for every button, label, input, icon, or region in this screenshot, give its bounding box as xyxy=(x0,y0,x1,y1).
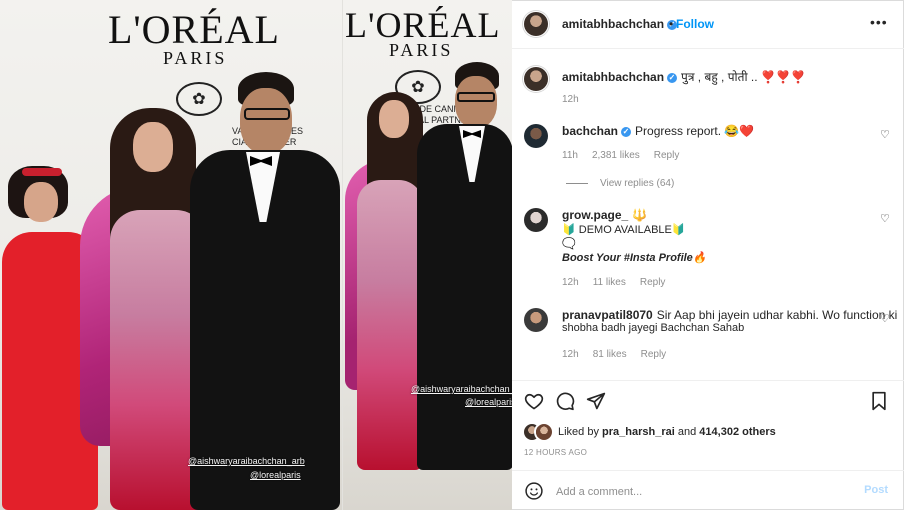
share-icon[interactable] xyxy=(586,391,606,411)
comment-row: grow.page_ 🔱 xyxy=(562,208,647,222)
likes-summary[interactable]: Liked by pra_harsh_rai and 414,302 other… xyxy=(558,426,776,438)
caption-row: amitabhbachchan ✓ पुत्र , बहु , पोती .. ❣️… xyxy=(562,68,806,85)
man-tuxedo-2 xyxy=(417,124,512,470)
verified-icon: ✓ xyxy=(621,126,632,137)
man-glasses xyxy=(244,108,290,120)
tag-loreal-2[interactable]: @lorealparis xyxy=(465,397,512,407)
cannes-palm-logo: ✿ xyxy=(176,82,222,116)
comment-composer: Post xyxy=(512,470,904,511)
tag-aishwarya-2[interactable]: @aishwaryaraibachchan_arb xyxy=(411,384,512,394)
comment-text: 🔱 xyxy=(632,208,648,222)
comment-likes[interactable]: 11 likes xyxy=(593,277,626,288)
girl-face xyxy=(24,182,58,222)
woman-face-2 xyxy=(379,100,409,138)
view-replies-button[interactable]: View replies (64) xyxy=(566,178,674,189)
comment-text: Progress report. 😂❤️ xyxy=(635,124,755,138)
comment-time[interactable]: 12h xyxy=(562,349,579,360)
reply-button[interactable]: Reply xyxy=(641,349,667,360)
comment-like-heart-icon[interactable]: ♡ xyxy=(880,214,890,225)
liker-username[interactable]: pra_harsh_rai xyxy=(602,426,675,438)
comment-likes[interactable]: 81 likes xyxy=(593,349,627,360)
comment-avatar[interactable] xyxy=(524,208,548,232)
post-comment-button[interactable]: Post xyxy=(864,484,888,496)
comment-line: Boost Your #Insta Profile🔥 xyxy=(562,252,707,264)
comment-line: 🗨️ xyxy=(562,238,576,250)
comment-like-heart-icon[interactable]: ♡ xyxy=(880,314,890,325)
more-icon[interactable]: ••• xyxy=(870,14,888,30)
caption-text: पुत्र , बहु , पोती .. ❣️❣️❣️ xyxy=(681,70,806,84)
comment-avatar[interactable] xyxy=(524,124,548,148)
comment-icon[interactable] xyxy=(555,391,575,411)
media-panel-right: L'ORÉAL PARIS ✿ VAL DE CANNES FICIAL PAR… xyxy=(342,0,512,510)
verified-icon: ✓ xyxy=(667,72,678,83)
loreal-paris-text: PARIS xyxy=(163,48,228,68)
comment-row: bachchan ✓ Progress report. 😂❤️ xyxy=(562,124,754,138)
action-bar xyxy=(512,380,904,421)
comment-time[interactable]: 11h xyxy=(562,150,578,161)
author-avatar[interactable] xyxy=(524,12,548,36)
post-header: amitabhbachchan ✓ • Follow ••• xyxy=(512,0,904,49)
comment-username[interactable]: grow.page_ xyxy=(562,208,628,222)
comment-avatar[interactable] xyxy=(524,308,548,332)
heart-icon[interactable] xyxy=(524,391,544,411)
post-media[interactable]: L'ORÉAL PARIS ✿ VAL DE CANNES CIAL PARTN… xyxy=(0,0,512,510)
loreal-logo: L'ORÉAL xyxy=(108,7,280,52)
likes-prefix: Liked by xyxy=(558,426,599,438)
sequin-gown-2 xyxy=(357,180,423,470)
comment-username[interactable]: pranavpatil8070 xyxy=(562,308,653,322)
reply-button[interactable]: Reply xyxy=(640,277,666,288)
man-face xyxy=(240,88,292,154)
author-name[interactable]: amitabhbachchan xyxy=(562,17,664,31)
woman-face xyxy=(133,122,173,172)
reply-button[interactable]: Reply xyxy=(654,150,680,161)
loreal-paris-text-2: PARIS xyxy=(389,40,454,60)
comment-line: 🔰 DEMO AVAILABLE🔰 xyxy=(562,224,686,236)
likes-and: and xyxy=(677,426,697,438)
comment-meta: 12h 81 likes Reply xyxy=(562,349,680,360)
likes-count[interactable]: 414,302 others xyxy=(699,426,775,438)
follow-button[interactable]: Follow xyxy=(676,17,714,31)
tag-aishwarya[interactable]: @aishwaryaraibachchan_arb xyxy=(188,456,305,466)
emoji-icon[interactable] xyxy=(524,481,544,501)
comment-like-heart-icon[interactable]: ♡ xyxy=(880,130,890,141)
girl-headband xyxy=(22,168,62,176)
post-sidebar: amitabhbachchan ✓ • Follow ••• amitabhbac… xyxy=(512,0,904,510)
liker-avatar[interactable] xyxy=(536,424,552,440)
caption-time[interactable]: 12h xyxy=(562,94,579,105)
dot-separator: • xyxy=(669,17,674,31)
comment-text: Sir Aap bhi jayein udhar kabhi. Wo funct… xyxy=(656,308,898,322)
comment-meta: 12h 11 likes Reply xyxy=(562,277,679,288)
comment-line: shobha badh jayegi Bachchan Sahab xyxy=(562,322,745,334)
author-username[interactable]: amitabhbachchan ✓ xyxy=(562,17,678,31)
comment-input[interactable] xyxy=(554,483,848,501)
man-face-2 xyxy=(455,76,497,128)
man-glasses-2 xyxy=(457,92,495,102)
comment-time[interactable]: 12h xyxy=(562,277,579,288)
bookmark-icon[interactable] xyxy=(870,391,888,411)
media-panel-left: L'ORÉAL PARIS ✿ VAL DE CANNES CIAL PARTN… xyxy=(0,0,342,510)
caption-username[interactable]: amitabhbachchan xyxy=(562,70,664,84)
comment-username[interactable]: bachchan xyxy=(562,124,618,138)
comment-row: pranavpatil8070 Sir Aap bhi jayein udhar … xyxy=(562,308,897,322)
post-timestamp[interactable]: 12 HOURS AGO xyxy=(524,448,587,457)
caption-avatar[interactable] xyxy=(524,67,548,91)
tag-loreal[interactable]: @lorealparis xyxy=(250,470,301,480)
comment-meta: 11h 2,381 likes Reply xyxy=(562,150,693,161)
comment-likes[interactable]: 2,381 likes xyxy=(592,150,640,161)
